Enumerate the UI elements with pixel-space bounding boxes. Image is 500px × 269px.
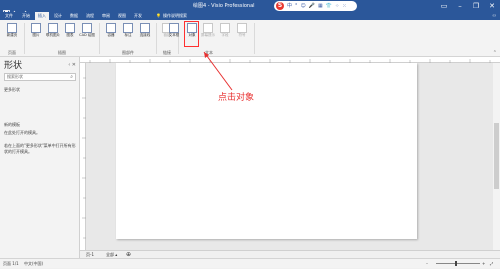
ime-toolbar[interactable]: S 中 ° ☺ 🎤 ▦ 👕 ⁘ ⁙ bbox=[274, 1, 357, 11]
tell-me-label: 操作说明搜索 bbox=[162, 13, 187, 18]
cad-drawing-icon bbox=[82, 23, 92, 33]
ime-tools[interactable]: ⁘ bbox=[335, 2, 339, 10]
ime-emoji[interactable]: ☺ bbox=[301, 2, 306, 10]
drawing-canvas[interactable] bbox=[86, 63, 493, 250]
drawing-page[interactable] bbox=[116, 63, 417, 239]
online-picture-button[interactable]: 联机图片 bbox=[45, 22, 61, 46]
connector-icon bbox=[140, 23, 150, 33]
group-divider bbox=[24, 23, 25, 54]
group-label-illustrations: 插图 bbox=[58, 50, 66, 55]
container-icon bbox=[106, 23, 116, 33]
field-icon bbox=[220, 23, 230, 33]
screentip-icon bbox=[203, 23, 213, 33]
screentip-label: 屏幕提示 bbox=[201, 33, 215, 37]
ime-skin[interactable]: 👕 bbox=[326, 2, 332, 10]
field-label: 字段 bbox=[221, 33, 229, 37]
tab-file[interactable]: 文件 bbox=[2, 12, 16, 20]
connector-button[interactable]: 连接线 bbox=[137, 22, 153, 46]
zoom-slider-thumb[interactable] bbox=[455, 261, 457, 266]
online-picture-icon bbox=[48, 23, 58, 33]
customize-quick-access-icon[interactable] bbox=[30, 2, 37, 16]
search-shapes-input[interactable]: 搜索形状 ⌕ bbox=[4, 73, 76, 81]
window-title: 绘图4 - Visio Professional bbox=[193, 3, 255, 9]
tab-developer[interactable]: 开发 bbox=[131, 12, 145, 20]
ribbon-tabs: 文件 开始 插入 设计 数据 流程 审阅 视图 开发 💡 操作说明搜索 ⚇ bbox=[0, 12, 500, 20]
textbox-label: 文本框 bbox=[168, 33, 180, 37]
title-bar: 绘图4 - Visio Professional S 中 ° ☺ 🎤 ▦ 👕 ⁘… bbox=[0, 0, 500, 17]
lightbulb-icon: 💡 bbox=[156, 13, 161, 18]
pane-title: 形状 bbox=[4, 61, 23, 71]
zoom-slider[interactable] bbox=[436, 263, 480, 264]
ribbon-display-icon[interactable]: ▭ bbox=[436, 0, 452, 12]
cad-drawing-label: CAD 绘图 bbox=[79, 33, 95, 37]
chart-label: 图表 bbox=[66, 33, 74, 37]
status-bar: 页面 1/1 中文(中国) – + ⤢ bbox=[0, 258, 500, 268]
ribbon: 新建页 页面 图片 联机图片 图表 CAD 绘图 插图 容器 标注 连接线 图部… bbox=[0, 20, 500, 57]
no-stencils-line2b: 状的打开模具。 bbox=[4, 149, 32, 154]
online-picture-label: 联机图片 bbox=[46, 33, 60, 37]
cad-drawing-button[interactable]: CAD 绘图 bbox=[79, 22, 95, 46]
redo-icon[interactable] bbox=[21, 2, 28, 16]
ime-punct[interactable]: ° bbox=[295, 2, 298, 10]
screentip-button[interactable]: 屏幕提示 bbox=[200, 22, 216, 46]
callout-label: 标注 bbox=[124, 33, 132, 37]
tab-home[interactable]: 开始 bbox=[19, 12, 33, 20]
textbox-icon bbox=[169, 23, 179, 33]
close-icon[interactable]: ✕ bbox=[484, 0, 500, 12]
collapse-ribbon-icon[interactable]: ⌃ bbox=[493, 50, 497, 56]
tab-insert[interactable]: 插入 bbox=[35, 12, 49, 20]
tell-me-search[interactable]: 💡 操作说明搜索 bbox=[156, 12, 187, 20]
field-button[interactable]: 字段 bbox=[217, 22, 233, 46]
chart-icon bbox=[65, 23, 75, 33]
object-button-highlight bbox=[184, 21, 199, 47]
restore-icon[interactable]: ❐ bbox=[468, 0, 484, 12]
group-label-page: 页面 bbox=[8, 50, 16, 55]
share-icon[interactable]: ⚇ bbox=[492, 12, 496, 20]
minimize-icon[interactable]: – bbox=[452, 0, 468, 12]
annotation-text: 点击对象 bbox=[218, 93, 255, 103]
search-icon[interactable]: ⌕ bbox=[70, 74, 73, 80]
container-label: 容器 bbox=[107, 33, 115, 37]
picture-label: 图片 bbox=[32, 33, 40, 37]
more-shapes-menu[interactable]: 更多形状 bbox=[4, 87, 20, 93]
no-stencils-line1: 在此处打开的模具。 bbox=[4, 130, 40, 135]
search-placeholder: 搜索形状 bbox=[7, 74, 23, 79]
group-label-text: 文本 bbox=[205, 50, 213, 55]
undo-icon[interactable] bbox=[12, 2, 19, 16]
symbol-label: 符号 bbox=[238, 33, 246, 37]
page-tabs-bar: 页-1 全部 ▴ ⊕ bbox=[80, 250, 500, 258]
ime-more[interactable]: ⁙ bbox=[342, 2, 346, 10]
save-icon[interactable] bbox=[3, 2, 10, 17]
new-page-button[interactable]: 新建页 bbox=[4, 22, 20, 46]
group-divider bbox=[99, 23, 100, 54]
no-stencils-title: 新的模板 bbox=[4, 122, 20, 127]
sogou-logo-icon: S bbox=[276, 2, 284, 10]
ime-mode[interactable]: 中 bbox=[287, 2, 292, 10]
tab-view[interactable]: 视图 bbox=[115, 12, 129, 20]
tab-design[interactable]: 设计 bbox=[51, 12, 65, 20]
new-page-icon bbox=[7, 23, 17, 33]
vertical-scrollbar[interactable] bbox=[493, 63, 500, 250]
group-label-diagram-parts: 图部件 bbox=[122, 50, 134, 55]
new-page-label: 新建页 bbox=[6, 33, 18, 37]
symbol-button[interactable]: 符号 bbox=[234, 22, 250, 46]
pane-controls[interactable]: ‹ ✕ bbox=[68, 62, 76, 68]
connector-label: 连接线 bbox=[139, 33, 151, 37]
tab-review[interactable]: 审阅 bbox=[99, 12, 113, 20]
callout-button[interactable]: 标注 bbox=[120, 22, 136, 46]
ime-voice[interactable]: 🎤 bbox=[309, 2, 315, 10]
picture-icon bbox=[31, 23, 41, 33]
textbox-button[interactable]: 文本框 bbox=[166, 22, 182, 46]
picture-button[interactable]: 图片 bbox=[28, 22, 44, 46]
shapes-pane: 形状 ‹ ✕ 搜索形状 ⌕ 更多形状 新的模板 在此处打开的模具。 若在上面的"… bbox=[0, 57, 80, 258]
group-divider bbox=[254, 23, 255, 54]
container-button[interactable]: 容器 bbox=[103, 22, 119, 46]
callout-icon bbox=[123, 23, 133, 33]
tab-process[interactable]: 流程 bbox=[83, 12, 97, 20]
tab-data[interactable]: 数据 bbox=[67, 12, 81, 20]
ime-keyboard[interactable]: ▦ bbox=[318, 2, 323, 10]
chart-button[interactable]: 图表 bbox=[62, 22, 78, 46]
scroll-thumb[interactable] bbox=[494, 123, 499, 189]
omega-icon bbox=[237, 23, 247, 33]
